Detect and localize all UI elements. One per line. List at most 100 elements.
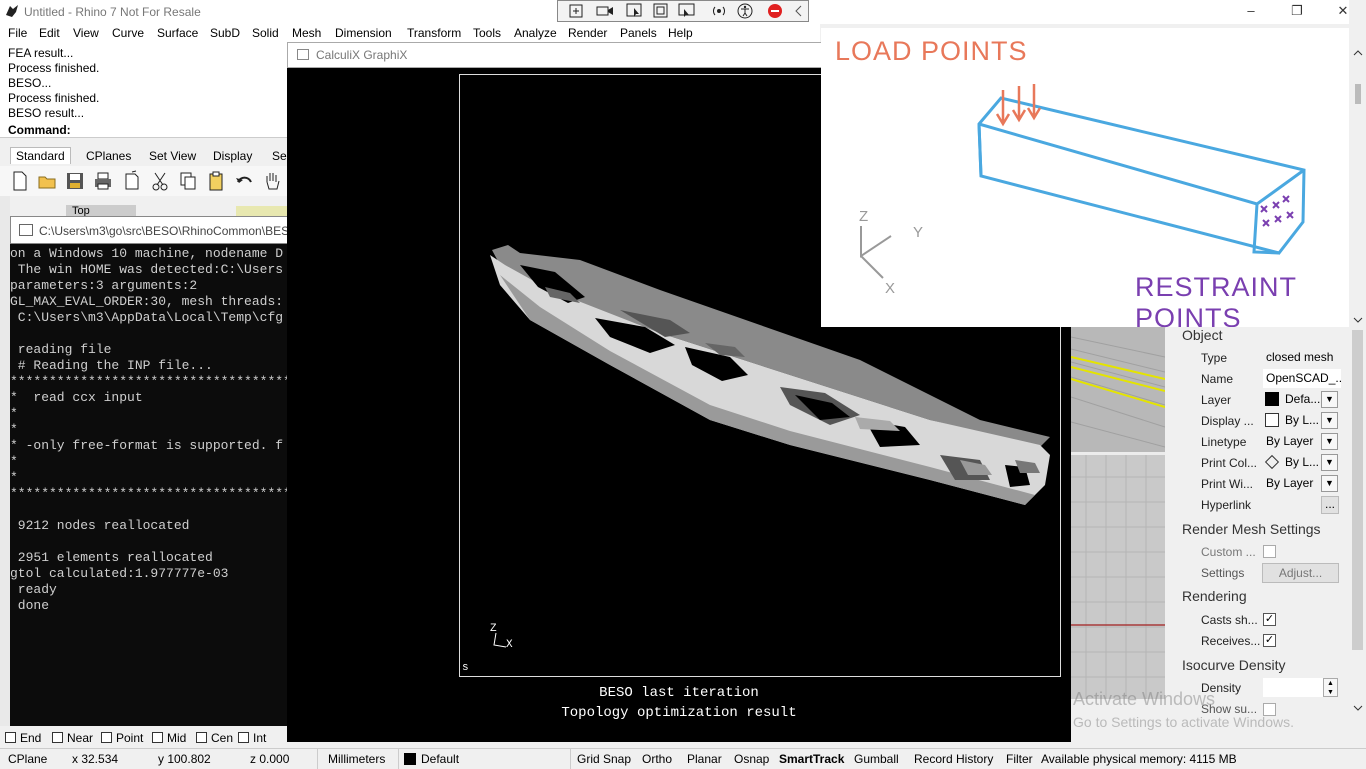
import-icon[interactable] [122,170,142,192]
snap-end[interactable]: End [5,731,41,745]
toggle-filter[interactable]: Filter [1006,752,1033,766]
prop-label: Hyperlink [1201,498,1252,512]
cplane-label[interactable]: CPlane [8,752,47,766]
console-line: parameters:3 arguments:2 [10,278,198,293]
toolbar-tabs: Standard CPlanes Set View Display Sel [0,146,289,166]
menu-dimension[interactable]: Dimension [335,26,392,40]
menu-transform[interactable]: Transform [407,26,461,40]
tab-set-view[interactable]: Set View [149,149,196,163]
paste-icon[interactable] [206,170,226,192]
prop-label: Layer [1201,393,1232,407]
tab-standard[interactable]: Standard [10,147,71,164]
menu-panels[interactable]: Panels [620,26,657,40]
toggle-planar[interactable]: Planar [687,752,722,766]
menu-view[interactable]: View [73,26,99,40]
snap-int[interactable]: Int [238,731,266,745]
layer-color-swatch [404,753,416,765]
history-line: Process finished. [8,91,100,105]
accessibility-icon[interactable] [736,3,754,19]
checkbox-icon[interactable] [5,732,16,743]
density-spinner-icon[interactable]: ▲ ▼ [1323,678,1338,697]
checkbox-icon[interactable] [101,732,112,743]
command-prompt[interactable]: Command: [8,123,71,137]
perspective-viewport[interactable] [1070,327,1166,699]
custom-mesh-checkbox[interactable] [1263,545,1276,558]
menu-subd[interactable]: SubD [210,26,240,40]
add-frame-icon[interactable] [568,3,586,19]
toggle-smarttrack[interactable]: SmartTrack [779,752,844,766]
activation-watermark: Activate Windows [1073,689,1216,709]
console-line: # Reading the INP file... [10,358,213,373]
menu-edit[interactable]: Edit [39,26,60,40]
snap-point[interactable]: Point [101,731,143,745]
checkbox-icon[interactable] [196,732,207,743]
menu-curve[interactable]: Curve [112,26,144,40]
video-icon[interactable] [596,3,614,19]
open-folder-icon[interactable] [37,170,57,192]
undo-icon[interactable] [234,170,254,192]
checkbox-icon[interactable] [52,732,63,743]
menu-solid[interactable]: Solid [252,26,279,40]
restore-icon[interactable]: ❐ [1274,0,1320,24]
memory-status: Available physical memory: 4115 MB [1041,752,1237,766]
checkbox-icon[interactable] [238,732,249,743]
menu-file[interactable]: File [8,26,27,40]
copy-icon[interactable] [178,170,198,192]
layer-indicator[interactable]: Default [404,752,459,766]
chevron-down-icon[interactable]: ▼ [1321,412,1338,429]
console-line: ************************************** [10,486,288,501]
receives-shadows-checkbox[interactable]: ✓ [1263,634,1276,647]
console-window-icon [19,224,33,236]
toggle-osnap[interactable]: Osnap [734,752,769,766]
snap-mid[interactable]: Mid [152,731,186,745]
hyperlink-button[interactable]: ... [1321,496,1339,514]
y-coordinate: y 100.802 [158,752,211,766]
snap-near[interactable]: Near [52,731,93,745]
load-restraint-sketch: LOAD POINTS RESTRAINT POINTS Z Y X [821,28,1353,333]
casts-shadows-checkbox[interactable]: ✓ [1263,613,1276,626]
casts-shadows-label: Casts sh... [1201,613,1258,627]
console-window[interactable]: C:\Users\m3\go\src\BESO\RhinoCommon\BES … [10,216,290,726]
chevron-down-icon[interactable]: ▼ [1321,391,1338,408]
right-scrollbar[interactable] [1349,0,1366,717]
adjust-button[interactable]: Adjust... [1262,563,1339,583]
chevron-down-icon[interactable]: ▼ [1321,475,1338,492]
prop-name-field[interactable]: OpenSCAD_... [1263,369,1341,388]
chevron-down-icon[interactable]: ▼ [1321,433,1338,450]
tab-display[interactable]: Display [213,149,252,163]
save-icon[interactable] [65,170,85,192]
menu-render[interactable]: Render [568,26,607,40]
minimize-icon[interactable]: – [1228,0,1274,24]
console-title: C:\Users\m3\go\src\BESO\RhinoCommon\BES [39,224,290,238]
select-region-icon[interactable] [652,3,670,19]
print-icon[interactable] [93,170,113,192]
console-line: * [10,406,18,421]
chevron-left-icon[interactable] [790,3,808,19]
stop-icon[interactable] [766,3,784,19]
snap-cen[interactable]: Cen [196,731,233,745]
window-select-icon[interactable] [678,3,696,19]
units-label[interactable]: Millimeters [328,752,385,766]
pan-hand-icon[interactable] [262,170,282,192]
menu-analyze[interactable]: Analyze [514,26,557,40]
menu-mesh[interactable]: Mesh [292,26,321,40]
toggle-grid-snap[interactable]: Grid Snap [577,752,631,766]
checkbox-icon[interactable] [152,732,163,743]
broadcast-icon[interactable] [710,3,728,19]
console-title-bar[interactable]: C:\Users\m3\go\src\BESO\RhinoCommon\BES [10,216,290,244]
density-field[interactable] [1263,678,1323,697]
isocurve-header: Isocurve Density [1182,657,1286,673]
toggle-ortho[interactable]: Ortho [642,752,672,766]
pointer-icon[interactable] [626,3,644,19]
menu-surface[interactable]: Surface [157,26,198,40]
rendering-header: Rendering [1182,588,1247,604]
tab-cplanes[interactable]: CPlanes [86,149,131,163]
history-line: Process finished. [8,61,100,75]
cut-icon[interactable] [150,170,170,192]
menu-tools[interactable]: Tools [473,26,501,40]
toggle-gumball[interactable]: Gumball [854,752,899,766]
menu-help[interactable]: Help [668,26,693,40]
toggle-record-history[interactable]: Record History [914,752,993,766]
new-file-icon[interactable] [10,170,30,192]
chevron-down-icon[interactable]: ▼ [1321,454,1338,471]
